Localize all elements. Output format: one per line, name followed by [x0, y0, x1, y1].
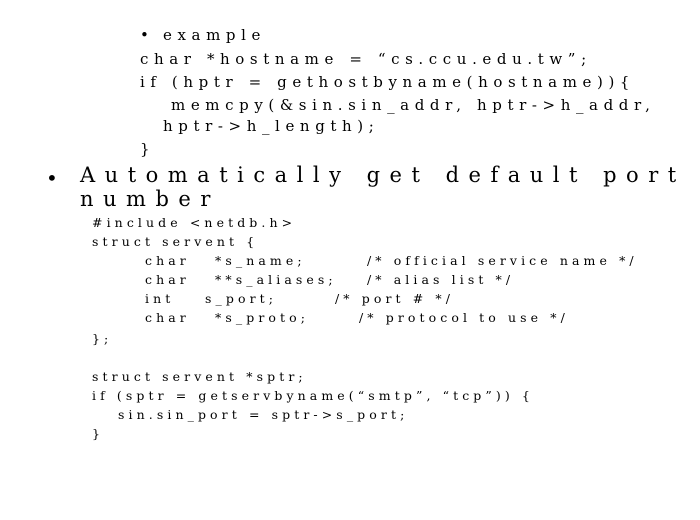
example-code-line-1: char *hostname = “cs.ccu.edu.tw”;	[140, 50, 592, 68]
field-name-port: s_port;	[205, 291, 278, 306]
if-close-line: }	[92, 426, 105, 441]
example-title: example	[163, 26, 266, 44]
field-type-aliases: char	[145, 272, 190, 287]
sin-port-assign-line: sin.sin_port = sptr->s_port;	[118, 407, 409, 422]
field-comment-port: /* port # */	[335, 291, 455, 306]
field-name-proto: *s_proto;	[215, 310, 310, 325]
struct-open-line: struct servent {	[92, 234, 259, 249]
sptr-decl-line: struct servent *sptr;	[92, 369, 307, 384]
main-heading-line-2: number	[80, 187, 220, 211]
field-name-name: *s_name;	[215, 253, 306, 268]
example-code-line-5: }	[140, 140, 156, 158]
include-line: #include <netdb.h>	[92, 215, 297, 230]
main-bullet-marker: •	[46, 166, 58, 190]
field-comment-proto: /* protocol to use */	[359, 310, 569, 325]
main-heading-line-1: Automatically get default port	[80, 163, 686, 187]
field-type-proto: char	[145, 310, 190, 325]
field-type-name: char	[145, 253, 190, 268]
field-comment-aliases: /* alias list */	[367, 272, 515, 287]
getservbyname-if-line: if (sptr = getservbyname(“smtp”, “tcp”))…	[92, 388, 534, 403]
example-code-line-3: memcpy(&sin.sin_addr, hptr->h_addr,	[171, 96, 656, 114]
field-type-port: int	[145, 291, 175, 306]
example-code-line-4: hptr->h_length);	[163, 117, 380, 135]
field-name-aliases: **s_aliases;	[215, 272, 337, 287]
example-code-line-2: if (hptr = gethostbyname(hostname)){	[140, 73, 636, 91]
struct-close-line: };	[92, 331, 113, 346]
example-bullet: •	[140, 26, 155, 44]
field-comment-name: /* official service name */	[367, 253, 638, 268]
